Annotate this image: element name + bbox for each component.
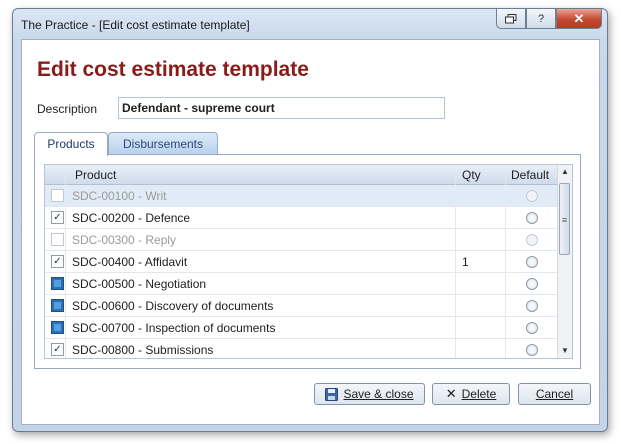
window-title: The Practice - [Edit cost estimate templ… <box>21 18 250 32</box>
product-name: SDC-00800 - Submissions <box>72 343 214 357</box>
window-controls: ? ✕ <box>496 9 602 29</box>
row-checkbox[interactable]: ✓ <box>51 343 64 356</box>
save-close-button[interactable]: Save & close <box>314 383 425 405</box>
column-header-default[interactable]: Default <box>511 168 549 182</box>
products-grid: Product Qty Default SDC-00100 - Writ ✓ SDC… <box>44 164 573 359</box>
row-checkbox[interactable] <box>51 299 64 312</box>
row-checkbox[interactable]: ✓ <box>51 255 64 268</box>
product-name: SDC-00300 - Reply <box>72 233 177 247</box>
help-button[interactable]: ? <box>526 9 556 29</box>
delete-label: Delete <box>461 387 497 401</box>
default-radio[interactable] <box>526 344 538 356</box>
row-checkbox[interactable] <box>51 321 64 334</box>
table-row[interactable]: SDC-00100 - Writ <box>45 185 557 207</box>
table-row[interactable]: ✓ SDC-00200 - Defence <box>45 207 557 229</box>
product-name: SDC-00100 - Writ <box>72 189 167 203</box>
row-checkbox[interactable]: ✓ <box>51 211 64 224</box>
table-row[interactable]: ✓ SDC-00400 - Affidavit 1 <box>45 251 557 273</box>
column-header-product[interactable]: Product <box>75 168 116 182</box>
default-radio[interactable] <box>526 234 538 246</box>
product-name: SDC-00500 - Negotiation <box>72 277 207 291</box>
table-row[interactable]: SDC-00300 - Reply <box>45 229 557 251</box>
dialog-window: The Practice - [Edit cost estimate templ… <box>12 8 608 432</box>
table-row[interactable]: SDC-00500 - Negotiation <box>45 273 557 295</box>
title-bar[interactable]: The Practice - [Edit cost estimate templ… <box>13 9 607 39</box>
restore-button[interactable] <box>496 9 526 29</box>
delete-button[interactable]: ✕ Delete <box>432 383 510 405</box>
table-row[interactable]: SDC-00700 - Inspection of documents <box>45 317 557 339</box>
table-row[interactable]: SDC-00600 - Discovery of documents <box>45 295 557 317</box>
products-panel: Product Qty Default SDC-00100 - Writ ✓ SDC… <box>34 154 581 369</box>
save-close-label: Save & close <box>343 387 414 401</box>
default-radio[interactable] <box>526 190 538 202</box>
grid-header: Product Qty Default <box>45 165 557 185</box>
row-checkbox[interactable] <box>51 277 64 290</box>
product-name: SDC-00700 - Inspection of documents <box>72 321 276 335</box>
tab-products-label: Products <box>47 137 95 151</box>
default-radio[interactable] <box>526 322 538 334</box>
delete-icon: ✕ <box>445 386 457 401</box>
grid-rows: SDC-00100 - Writ ✓ SDC-00200 - Defence SDC-… <box>45 185 557 358</box>
scroll-thumb[interactable]: ≡ <box>559 183 570 255</box>
tab-products[interactable]: Products <box>34 132 108 156</box>
scroll-up-icon[interactable]: ▲ <box>558 165 572 179</box>
tab-disbursements-label: Disbursements <box>122 137 204 151</box>
row-checkbox[interactable] <box>51 233 64 246</box>
vertical-scrollbar[interactable]: ▲ ≡ ▼ <box>557 165 572 358</box>
page-title: Edit cost estimate template <box>37 58 309 81</box>
help-icon: ? <box>537 12 545 25</box>
product-name: SDC-00400 - Affidavit <box>72 255 188 269</box>
tab-disbursements[interactable]: Disbursements <box>108 132 218 155</box>
qty-cell[interactable]: 1 <box>462 255 469 269</box>
row-checkbox[interactable] <box>51 189 64 202</box>
close-button[interactable]: ✕ <box>556 9 602 29</box>
cancel-label: Cancel <box>535 387 574 401</box>
cancel-button[interactable]: Cancel <box>518 383 591 405</box>
column-header-qty[interactable]: Qty <box>462 168 481 182</box>
product-name: SDC-00600 - Discovery of documents <box>72 299 274 313</box>
scroll-down-icon[interactable]: ▼ <box>558 344 572 358</box>
product-name: SDC-00200 - Defence <box>72 211 191 225</box>
default-radio[interactable] <box>526 256 538 268</box>
default-radio[interactable] <box>526 278 538 290</box>
default-radio[interactable] <box>526 300 538 312</box>
close-icon: ✕ <box>573 10 585 26</box>
description-input[interactable]: Defendant - supreme court <box>118 97 445 119</box>
save-icon <box>325 387 339 401</box>
default-radio[interactable] <box>526 212 538 224</box>
dialog-body: Edit cost estimate template Description … <box>21 39 600 425</box>
table-row[interactable]: ✓ SDC-00800 - Submissions <box>45 339 557 358</box>
description-label: Description <box>37 102 98 116</box>
restore-icon <box>505 13 517 23</box>
